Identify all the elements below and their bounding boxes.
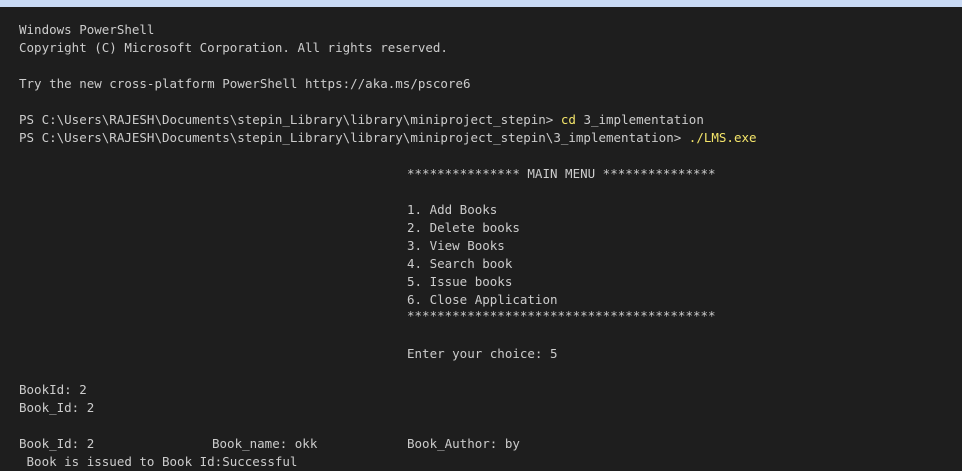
- result-book-id: Book_Id: 2: [19, 436, 95, 451]
- menu-item: 4. Search book: [407, 256, 513, 271]
- terminal-line-copyright: Copyright (C) Microsoft Corporation. All…: [19, 40, 448, 55]
- result-book-author: Book_Author: by: [407, 436, 520, 451]
- menu-title: *************** MAIN MENU **************…: [407, 166, 716, 181]
- menu-item: 5. Issue books: [407, 274, 513, 289]
- command-executable: ./LMS.exe: [688, 130, 757, 145]
- terminal-panel[interactable]: Windows PowerShell Copyright (C) Microso…: [0, 7, 962, 471]
- choice-prompt: Enter your choice: 5: [407, 346, 558, 361]
- output-bookid: BookId: 2: [19, 382, 87, 397]
- terminal-line-prompt-1: PS C:\Users\RAJESH\Documents\stepin_Libr…: [19, 111, 704, 129]
- command-keyword: cd: [560, 112, 576, 127]
- terminal-line-pscore: Try the new cross-platform PowerShell ht…: [19, 76, 471, 91]
- menu-border: ****************************************…: [407, 308, 716, 323]
- terminal-scrollbar[interactable]: [948, 7, 962, 471]
- menu-item: 1. Add Books: [407, 202, 498, 217]
- prompt-path: PS C:\Users\RAJESH\Documents\stepin_Libr…: [19, 130, 689, 145]
- window-top-edge: [0, 0, 962, 7]
- issue-status: Book is issued to Book Id:Successful: [19, 454, 298, 469]
- menu-item: 2. Delete books: [407, 220, 520, 235]
- menu-item: 3. View Books: [407, 238, 505, 253]
- output-book-id: Book_Id: 2: [19, 400, 95, 415]
- prompt-path: PS C:\Users\RAJESH\Documents\stepin_Libr…: [19, 112, 561, 127]
- terminal-line-header: Windows PowerShell: [19, 22, 155, 37]
- result-book-name: Book_name: okk: [212, 436, 318, 451]
- command-argument: 3_implementation: [575, 112, 704, 127]
- terminal-line-prompt-2: PS C:\Users\RAJESH\Documents\stepin_Libr…: [19, 129, 757, 147]
